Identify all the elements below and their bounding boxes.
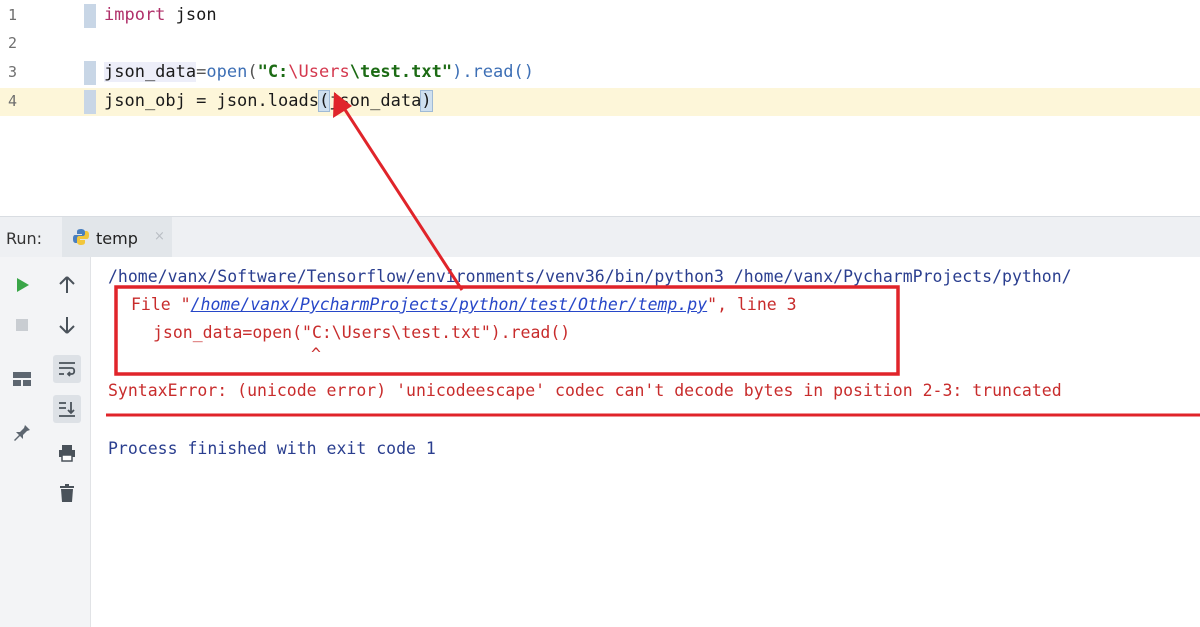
run-panel-header: Run: temp × [0, 216, 1200, 258]
operator-token: = [196, 62, 207, 82]
identifier-token: json_data [104, 62, 197, 82]
gutter-marker [84, 4, 96, 28]
soft-wrap-button[interactable] [53, 355, 81, 383]
traceback-file-line: File "/home/vanx/PycharmProjects/python/… [131, 295, 797, 314]
tab-temp[interactable]: temp × [62, 217, 172, 257]
line-number: 1 [8, 6, 18, 24]
editor-line-4[interactable]: 4 json_obj = json.loads(json_data) [0, 88, 1200, 116]
traceback-code-line: json_data=open("C:\Users\test.txt").read… [153, 323, 571, 342]
scroll-to-end-icon [59, 402, 75, 417]
error-caret: ^ [311, 345, 321, 364]
console-output[interactable]: /home/vanx/Software/Tensorflow/environme… [91, 257, 1200, 627]
play-icon [17, 278, 29, 292]
stop-icon [16, 319, 28, 331]
module-token: json [165, 5, 217, 25]
paren-token: ( [247, 62, 258, 82]
file-suffix: ", line 3 [707, 295, 797, 314]
editor-line-1[interactable]: 1 import json [0, 2, 1200, 30]
rerun-button[interactable] [8, 271, 36, 299]
code-editor[interactable]: 1 import json 2 3 json_data=open("C:\Use… [0, 0, 1200, 210]
console-toolbar [44, 257, 91, 627]
arrow-up-icon [59, 276, 75, 293]
editor-line-3[interactable]: 3 json_data=open("C:\Users\test.txt").re… [0, 59, 1200, 87]
file-prefix: File " [131, 295, 191, 314]
string-token: "C: [257, 62, 289, 82]
code-line: json_data=open("C:\Users\test.txt").read… [104, 62, 534, 82]
scroll-to-end-button[interactable] [53, 395, 81, 423]
layout-button[interactable] [8, 365, 36, 393]
matched-bracket: ) [420, 90, 433, 112]
gutter-marker [84, 90, 96, 114]
pin-tab-button[interactable] [8, 417, 36, 445]
identifier-token: json_data [329, 91, 422, 111]
syntax-error-line: SyntaxError: (unicode error) 'unicodeesc… [108, 381, 1062, 400]
trash-icon [60, 484, 74, 502]
print-icon [59, 445, 75, 462]
line-number: 4 [8, 92, 18, 110]
editor-line-2[interactable]: 2 [0, 30, 1200, 58]
line-number: 3 [8, 63, 18, 81]
string-token: \test.txt" [349, 62, 453, 82]
code-token: json_obj = json.loads [104, 91, 319, 111]
run-label: Run: [6, 229, 43, 248]
run-toolbar [0, 257, 45, 627]
clear-all-button[interactable] [53, 479, 81, 507]
method-call-token: ).read() [452, 62, 534, 82]
arrow-down-icon [59, 317, 75, 334]
pin-icon [14, 423, 30, 441]
matched-bracket: ( [317, 90, 331, 112]
python-file-icon [73, 229, 89, 245]
tab-label: temp [96, 229, 138, 248]
code-line: json_obj = json.loads(json_data) [104, 90, 433, 112]
soft-wrap-icon [59, 362, 76, 377]
layout-icon [13, 372, 31, 386]
invalid-escape-token: \Users [288, 62, 350, 82]
print-button[interactable] [53, 439, 81, 467]
file-path-link[interactable]: /home/vanx/PycharmProjects/python/test/O… [191, 295, 708, 314]
next-occurrence-button[interactable] [53, 311, 81, 339]
code-line: import json [104, 5, 217, 25]
line-number: 2 [8, 34, 18, 52]
stop-button[interactable] [8, 311, 36, 339]
previous-occurrence-button[interactable] [53, 271, 81, 299]
keyword-token: import [104, 5, 166, 25]
process-finished-line: Process finished with exit code 1 [108, 439, 436, 458]
close-icon[interactable]: × [154, 229, 165, 244]
gutter-marker [84, 61, 96, 85]
command-line: /home/vanx/Software/Tensorflow/environme… [108, 267, 1072, 286]
function-token: open [206, 62, 248, 82]
